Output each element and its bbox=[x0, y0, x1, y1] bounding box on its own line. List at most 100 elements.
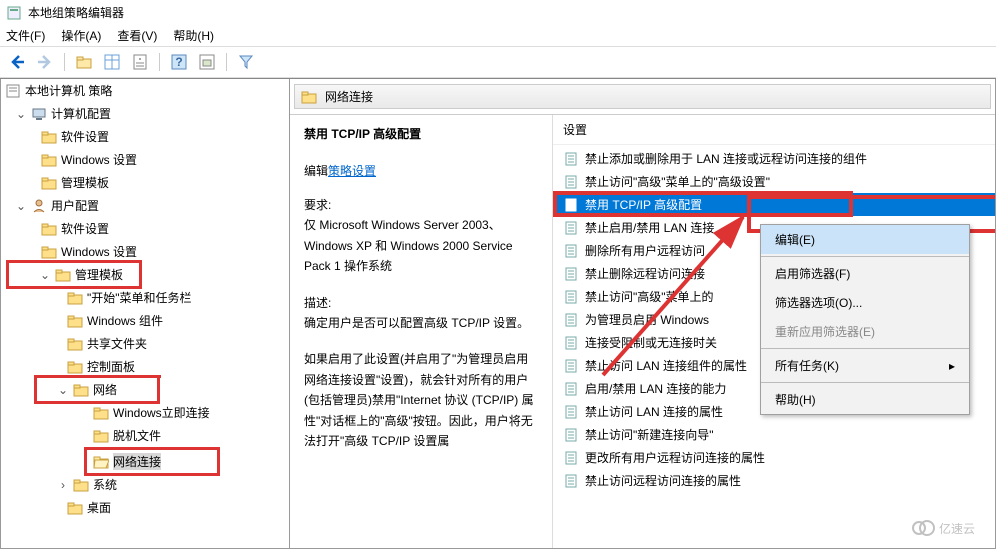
folder-icon bbox=[67, 290, 83, 306]
setting-label: 启用/禁用 LAN 连接的能力 bbox=[585, 380, 726, 397]
folder-icon bbox=[73, 382, 89, 398]
tree-windows-1[interactable]: Windows 设置 bbox=[1, 148, 289, 171]
folder-icon bbox=[55, 267, 71, 283]
details-column: 禁用 TCP/IP 高级配置 编辑策略设置 要求: 仅 Microsoft Wi… bbox=[290, 115, 552, 549]
svg-text:?: ? bbox=[175, 55, 182, 69]
policy-icon bbox=[563, 220, 579, 236]
menu-action[interactable]: 操作(A) bbox=[61, 27, 101, 44]
folder-icon bbox=[73, 477, 89, 493]
tree-admin-1[interactable]: 管理模板 bbox=[1, 171, 289, 194]
ctx-filter-options[interactable]: 筛选器选项(O)... bbox=[761, 288, 969, 317]
policy-icon bbox=[563, 427, 579, 443]
policy-icon bbox=[563, 381, 579, 397]
setting-row[interactable]: 禁止访问"高级"菜单上的"高级设置" bbox=[553, 170, 995, 193]
title-bar: 本地组策略编辑器 bbox=[0, 0, 996, 25]
edit-label: 编辑 bbox=[304, 164, 328, 178]
policy-icon bbox=[563, 404, 579, 420]
folder-icon bbox=[93, 405, 109, 421]
forward-button[interactable] bbox=[34, 51, 56, 73]
folder-icon bbox=[41, 221, 57, 237]
setting-row[interactable]: 禁止添加或删除用于 LAN 连接或远程访问连接的组件 bbox=[553, 147, 995, 170]
policy-icon bbox=[563, 335, 579, 351]
setting-row[interactable]: 禁止访问"新建连接向导" bbox=[553, 423, 995, 446]
folder-icon bbox=[67, 336, 83, 352]
separator-2 bbox=[159, 53, 160, 71]
tree-desktop[interactable]: 桌面 bbox=[1, 496, 289, 519]
navigation-tree: 本地计算机 策略 ⌄ 计算机配置 软件设置 Windows 设置 管理模板 ⌄ bbox=[0, 79, 290, 549]
setting-row[interactable]: 禁用 TCP/IP 高级配置 bbox=[553, 193, 995, 216]
setting-label: 禁用 TCP/IP 高级配置 bbox=[585, 196, 702, 213]
tree-label: 计算机配置 bbox=[51, 105, 111, 122]
tree-network[interactable]: ⌄ 网络 bbox=[37, 378, 157, 401]
folder-icon bbox=[41, 175, 57, 191]
chevron-right-icon[interactable]: › bbox=[57, 478, 69, 492]
tree-system[interactable]: ›系统 bbox=[1, 473, 289, 496]
user-icon bbox=[31, 198, 47, 214]
chevron-right-icon: ▸ bbox=[949, 359, 955, 373]
chevron-down-icon[interactable]: ⌄ bbox=[15, 199, 27, 213]
tree-user-config[interactable]: ⌄ 用户配置 bbox=[1, 194, 289, 217]
tree-shared[interactable]: 共享文件夹 bbox=[1, 332, 289, 355]
content-pane: 网络连接 禁用 TCP/IP 高级配置 编辑策略设置 要求: 仅 Microso… bbox=[290, 79, 996, 549]
setting-label: 更改所有用户远程访问连接的属性 bbox=[585, 449, 765, 466]
setting-label: 禁止访问"高级"菜单上的"高级设置" bbox=[585, 173, 770, 190]
policy-icon bbox=[563, 289, 579, 305]
menu-file[interactable]: 文件(F) bbox=[6, 27, 45, 44]
tree-wincomp[interactable]: Windows 组件 bbox=[1, 309, 289, 332]
edit-policy-link[interactable]: 策略设置 bbox=[328, 164, 376, 178]
properties-button[interactable] bbox=[129, 51, 151, 73]
main-body: 本地计算机 策略 ⌄ 计算机配置 软件设置 Windows 设置 管理模板 ⌄ bbox=[0, 78, 996, 549]
policy-icon bbox=[563, 473, 579, 489]
tree-windows-2[interactable]: Windows 设置 bbox=[1, 240, 289, 263]
policy-icon bbox=[563, 266, 579, 282]
up-button[interactable] bbox=[73, 51, 95, 73]
menu-view[interactable]: 查看(V) bbox=[117, 27, 157, 44]
chevron-down-icon[interactable]: ⌄ bbox=[39, 268, 51, 282]
separator-3 bbox=[226, 53, 227, 71]
policy-icon bbox=[563, 358, 579, 374]
tree-netconn[interactable]: 网络连接 bbox=[87, 450, 217, 473]
tree-root[interactable]: 本地计算机 策略 bbox=[1, 79, 289, 102]
filter-button[interactable] bbox=[235, 51, 257, 73]
policy-icon bbox=[563, 197, 579, 213]
ctx-filter-on[interactable]: 启用筛选器(F) bbox=[761, 259, 969, 288]
tree-root-label: 本地计算机 策略 bbox=[25, 82, 112, 99]
tree-startmenu[interactable]: "开始"菜单和任务栏 bbox=[1, 286, 289, 309]
requirements-heading: 要求: bbox=[304, 195, 538, 215]
setting-label: 删除所有用户远程访问 bbox=[585, 242, 705, 259]
tree-software-2[interactable]: 软件设置 bbox=[1, 217, 289, 240]
policy-icon bbox=[563, 151, 579, 167]
separator bbox=[64, 53, 65, 71]
ctx-edit[interactable]: 编辑(E) bbox=[761, 225, 969, 254]
setting-row[interactable]: 禁止访问远程访问连接的属性 bbox=[553, 469, 995, 492]
window-title: 本地组策略编辑器 bbox=[28, 4, 124, 21]
chevron-down-icon[interactable]: ⌄ bbox=[57, 383, 69, 397]
ctx-help[interactable]: 帮助(H) bbox=[761, 385, 969, 414]
separator bbox=[761, 348, 969, 349]
policy-icon bbox=[563, 174, 579, 190]
menu-help[interactable]: 帮助(H) bbox=[173, 27, 214, 44]
export-button[interactable] bbox=[196, 51, 218, 73]
tree-admin-2[interactable]: ⌄ 管理模板 bbox=[9, 263, 139, 286]
tree-offline[interactable]: 脱机文件 bbox=[1, 424, 289, 447]
help-button[interactable]: ? bbox=[168, 51, 190, 73]
policy-icon bbox=[563, 312, 579, 328]
setting-label: 为管理员启用 Windows bbox=[585, 311, 709, 328]
back-button[interactable] bbox=[6, 51, 28, 73]
toolbar: ? bbox=[0, 47, 996, 78]
chevron-down-icon[interactable]: ⌄ bbox=[15, 107, 27, 121]
setting-label: 禁止访问"高级"菜单上的 bbox=[585, 288, 714, 305]
tree-software-1[interactable]: 软件设置 bbox=[1, 125, 289, 148]
list-button[interactable] bbox=[101, 51, 123, 73]
setting-label: 禁止启用/禁用 LAN 连接 bbox=[585, 219, 714, 236]
setting-row[interactable]: 更改所有用户远程访问连接的属性 bbox=[553, 446, 995, 469]
policy-icon bbox=[5, 83, 21, 99]
separator bbox=[761, 256, 969, 257]
watermark: 亿速云 bbox=[909, 515, 989, 544]
tree-winconnect[interactable]: Windows立即连接 bbox=[1, 401, 289, 424]
tree-computer-config[interactable]: ⌄ 计算机配置 bbox=[1, 102, 289, 125]
policy-icon bbox=[563, 243, 579, 259]
requirements-body: 仅 Microsoft Windows Server 2003、Windows … bbox=[304, 215, 538, 276]
app-icon bbox=[6, 5, 22, 21]
ctx-all-tasks[interactable]: 所有任务(K)▸ bbox=[761, 351, 969, 380]
